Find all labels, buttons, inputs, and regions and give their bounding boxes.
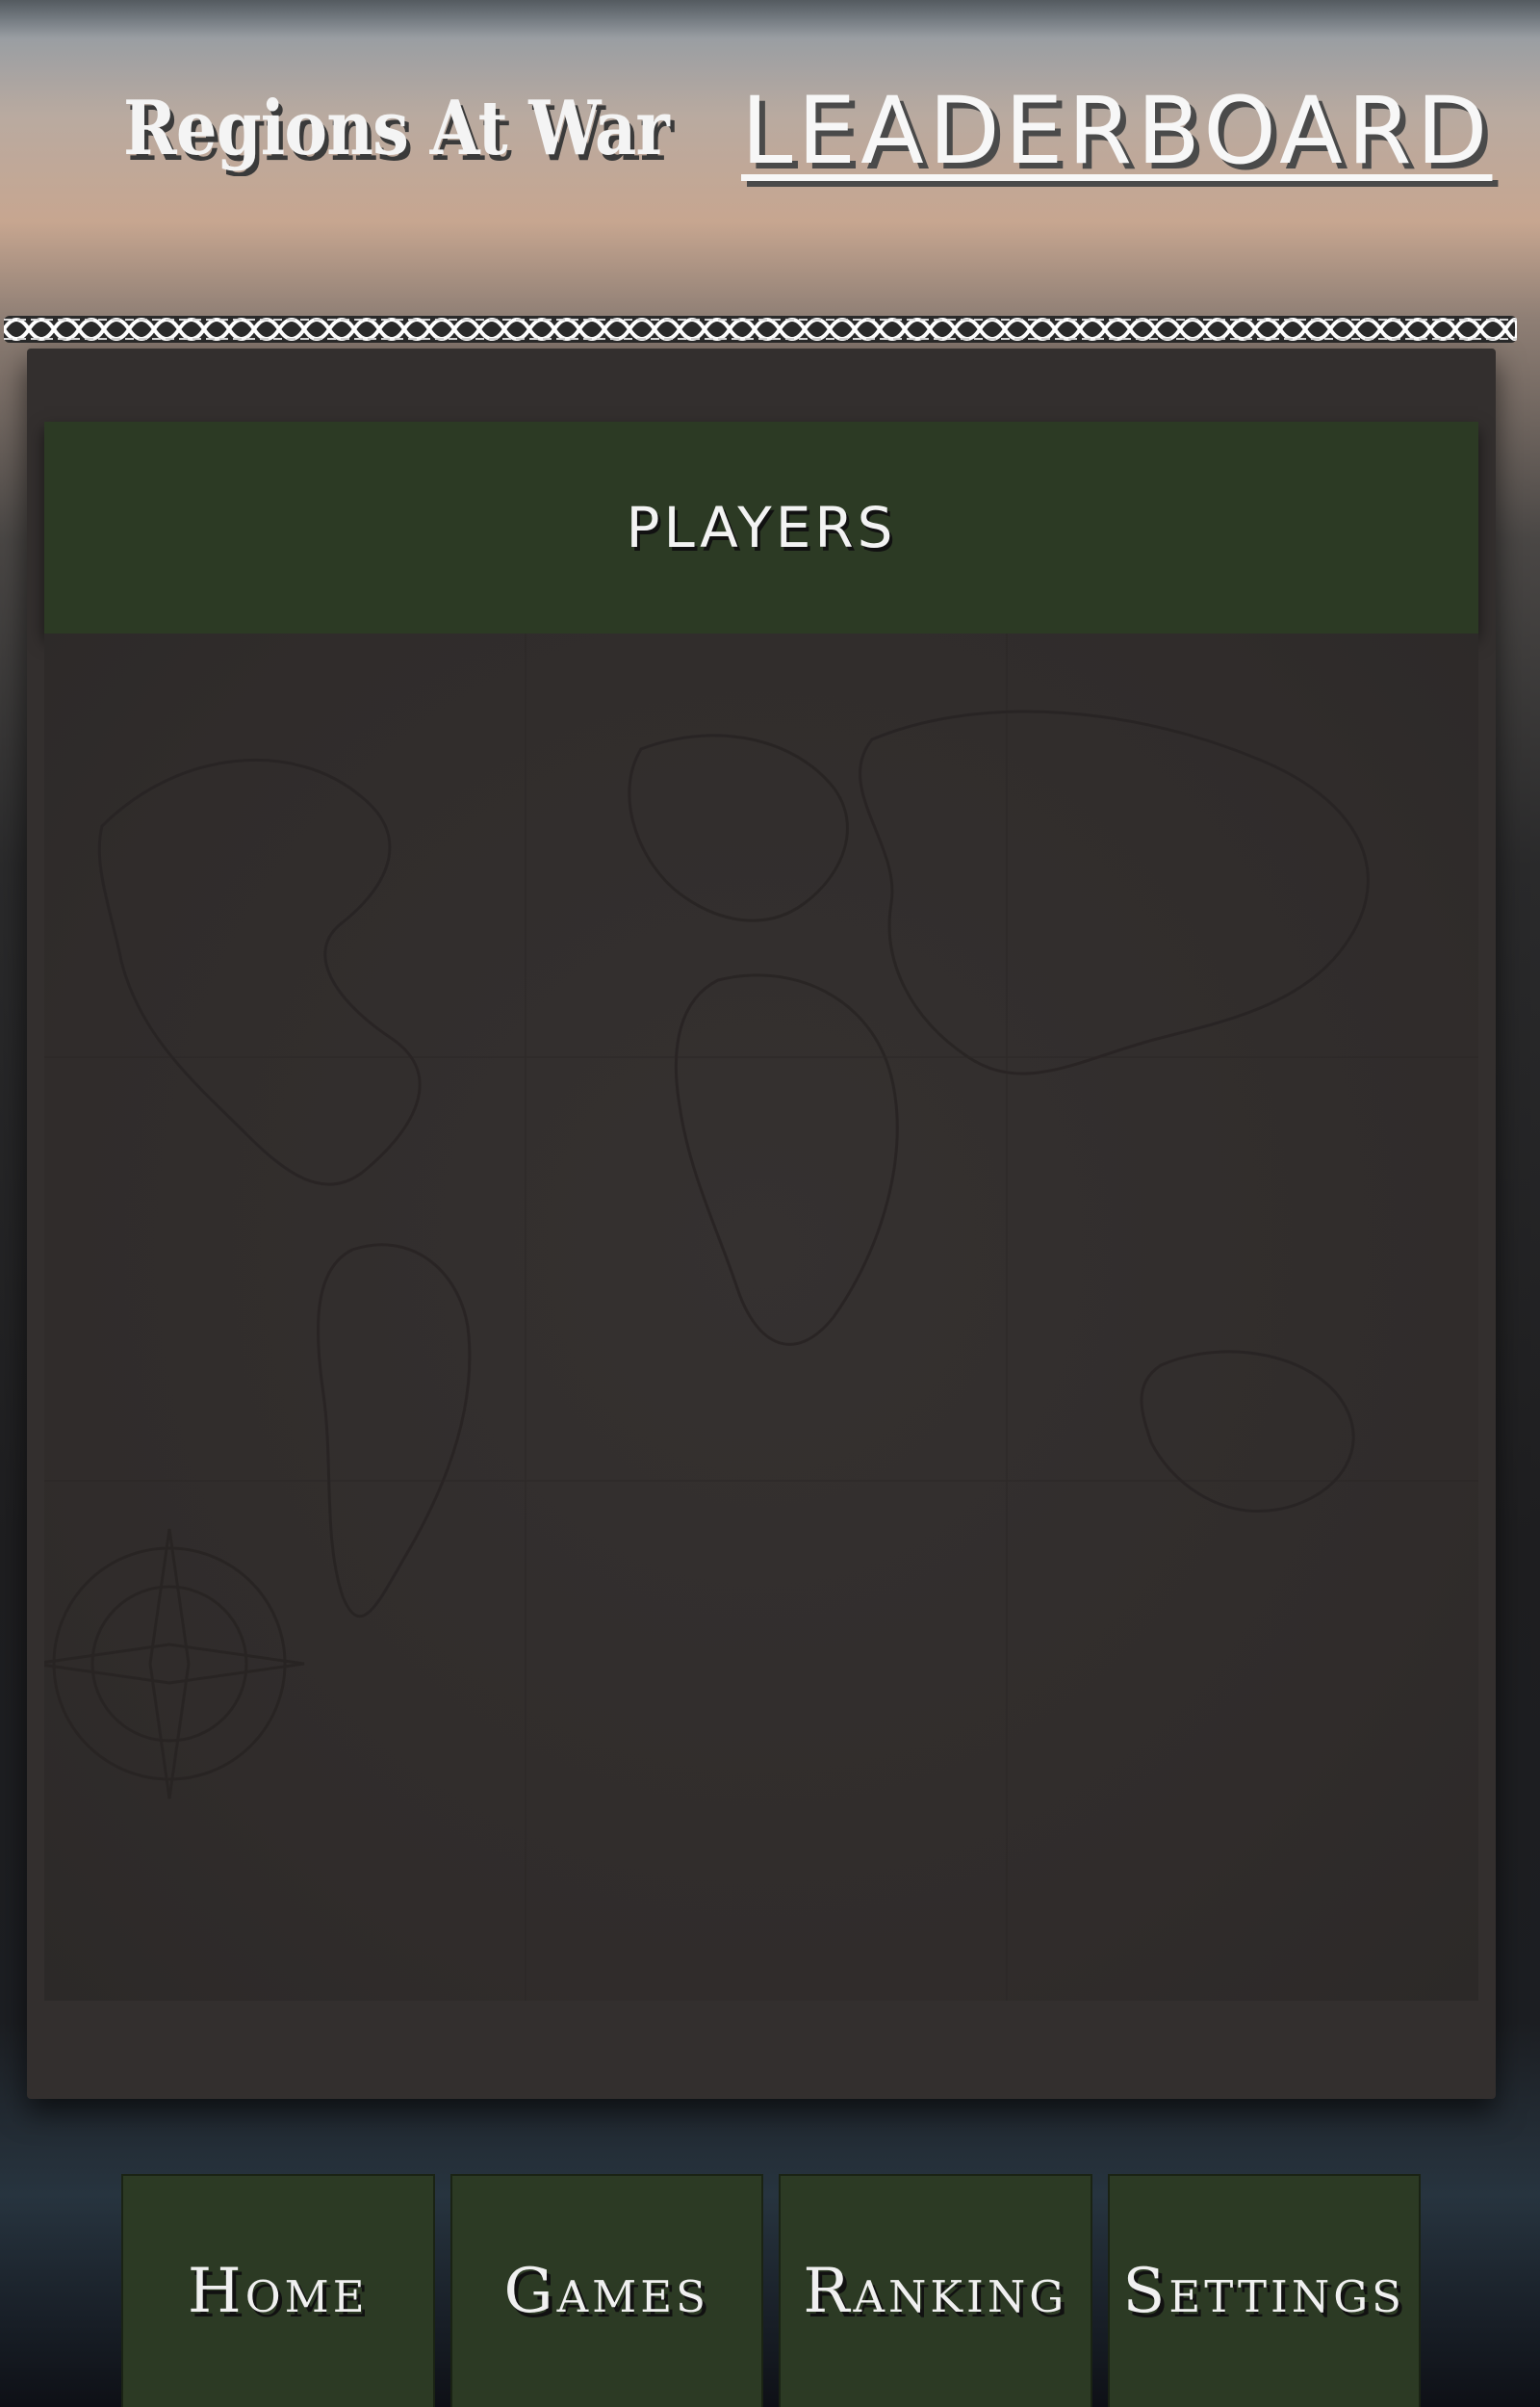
nav-games-button[interactable]: Games bbox=[449, 2174, 763, 2407]
players-list-area[interactable] bbox=[44, 634, 1478, 2001]
bottom-nav: Home Games Ranking Settings bbox=[121, 2174, 1421, 2407]
players-title: PLAYERS bbox=[626, 495, 897, 560]
leaderboard-panel: PLAYERS bbox=[27, 349, 1496, 2099]
app-logo-text: Regions At War bbox=[123, 85, 670, 172]
nav-ranking-button[interactable]: Ranking bbox=[779, 2174, 1092, 2407]
top-shade bbox=[0, 0, 1540, 39]
page-title: LEADERBOARD bbox=[741, 77, 1493, 185]
world-map-background bbox=[44, 634, 1478, 2001]
celtic-braid-divider bbox=[4, 316, 1517, 343]
nav-settings-button[interactable]: Settings bbox=[1107, 2174, 1421, 2407]
nav-home-button[interactable]: Home bbox=[121, 2174, 435, 2407]
players-tab[interactable]: PLAYERS bbox=[44, 422, 1478, 634]
